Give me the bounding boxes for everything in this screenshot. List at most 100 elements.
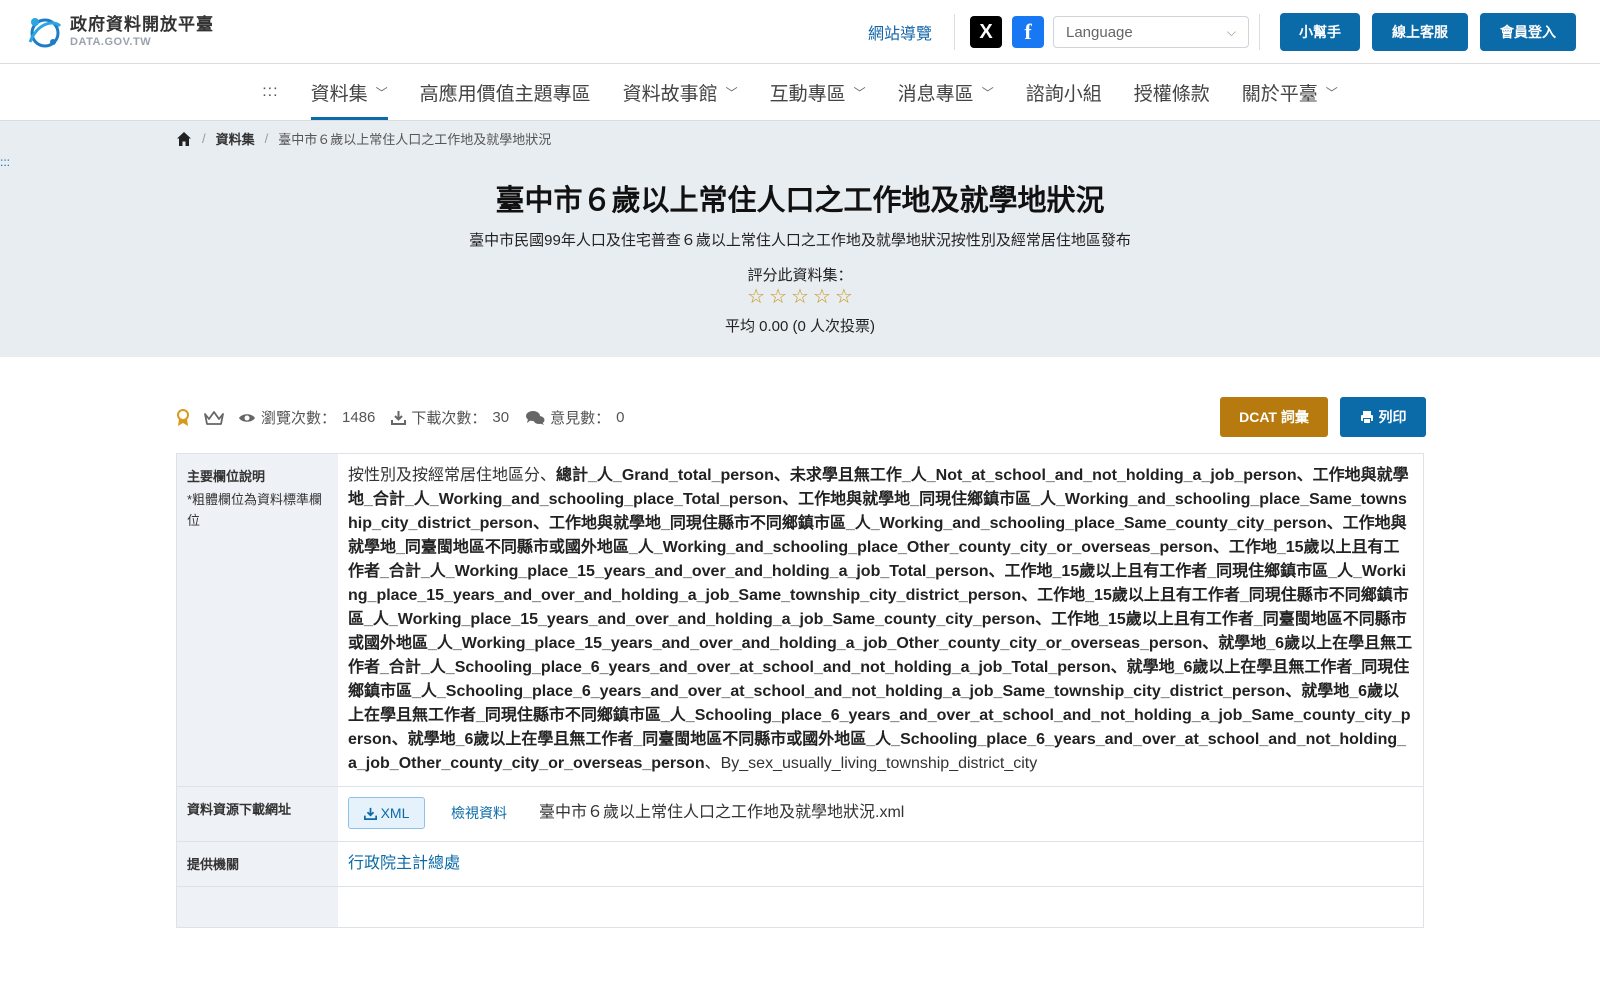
downloads-stat: 下載次數： 30	[391, 407, 509, 428]
print-label: 列印	[1378, 409, 1407, 425]
nav-item-label: 資料故事館	[622, 83, 718, 105]
logo-title: 政府資料開放平臺	[70, 15, 214, 34]
online-service-button[interactable]: 線上客服	[1372, 13, 1468, 51]
view-data-link[interactable]: 檢視資料	[451, 801, 507, 825]
fields-note: *粗體欄位為資料標準欄位	[187, 492, 323, 528]
table-row-provider: 提供機關 行政院主計總處	[177, 842, 1423, 887]
nav-item-label: 諮詢小組	[1025, 83, 1102, 105]
nav-item-about[interactable]: 關於平臺 ﹀	[1226, 64, 1354, 120]
chevron-down-icon: ﹀	[1325, 85, 1338, 100]
nav-item-label: 關於平臺	[1241, 83, 1318, 105]
downloads-label: 下載次數：	[411, 410, 487, 427]
resource-label-cell: 資料資源下載網址	[177, 787, 338, 841]
chevron-down-icon: ⌵	[1226, 24, 1236, 39]
provider-link[interactable]: 行政院主計總處	[348, 855, 460, 872]
printer-icon	[1360, 411, 1373, 424]
crown-icon	[204, 410, 224, 425]
divider	[1259, 14, 1260, 50]
nav-item-label: 消息專區	[897, 83, 974, 105]
comments-icon	[526, 410, 545, 425]
logo-icon	[28, 18, 62, 48]
breadcrumb-datasets[interactable]: 資料集	[216, 129, 255, 148]
provider-value-cell: 行政院主計總處	[338, 842, 1423, 886]
star-icon[interactable]: ☆	[813, 287, 831, 307]
xml-label: XML	[380, 805, 410, 821]
nav-item-license[interactable]: 授權條款	[1118, 64, 1226, 120]
nav-item-news[interactable]: 消息專區 ﹀	[882, 64, 1010, 120]
print-button[interactable]: 列印	[1340, 397, 1426, 437]
nav-item-label: 互動專區	[769, 83, 846, 105]
star-icon[interactable]: ☆	[747, 287, 765, 307]
downloads-count: 30	[492, 409, 510, 426]
divider	[954, 14, 955, 50]
fields-label-cell: 主要欄位說明 *粗體欄位為資料標準欄位	[177, 454, 338, 786]
dcat-vocabulary-button[interactable]: DCAT 詞彙	[1220, 397, 1328, 437]
sitemap-link[interactable]: 網站導覽	[868, 20, 932, 44]
content-accesskey[interactable]: :::	[0, 155, 10, 169]
fields-suffix: 、By_sex_usually_living_township_district…	[704, 755, 1038, 772]
nav-item-datasets[interactable]: 資料集 ﹀	[295, 64, 404, 120]
home-icon[interactable]	[176, 131, 192, 147]
dataset-hero: / 資料集 / 臺中市６歲以上常住人口之工作地及就學地狀況 ::: 臺中市６歲以…	[0, 121, 1600, 357]
chevron-down-icon: ﹀	[853, 85, 866, 100]
language-select-value: Language	[1066, 23, 1133, 41]
comments-count: 0	[616, 409, 625, 426]
fields-prefix: 按性別及按經常居住地區分、	[348, 467, 557, 484]
main-nav: ::: 資料集 ﹀ 高應用價值主題專區 資料故事館 ﹀ 互動專區 ﹀ 消息專區 …	[0, 64, 1600, 121]
helper-button[interactable]: 小幫手	[1280, 13, 1360, 51]
chevron-down-icon: ﹀	[981, 85, 994, 100]
star-icon[interactable]: ☆	[769, 287, 787, 307]
resource-filename: 臺中市６歲以上常住人口之工作地及就學地狀況.xml	[539, 804, 905, 821]
views-label: 瀏覽次數：	[261, 410, 337, 427]
xml-download-button[interactable]: XML	[348, 797, 425, 829]
next-value-cell	[338, 887, 1423, 927]
nav-item-high-value[interactable]: 高應用價值主題專區	[404, 64, 607, 120]
comments-label: 意見數：	[550, 410, 611, 427]
fields-value: 按性別及按經常居住地區分、總計_人_Grand_total_person、未求學…	[338, 454, 1423, 786]
nav-item-label: 授權條款	[1133, 83, 1210, 105]
dataset-info-table: 主要欄位說明 *粗體欄位為資料標準欄位 按性別及按經常居住地區分、總計_人_Gr…	[176, 453, 1424, 928]
breadcrumb-current: 臺中市６歲以上常住人口之工作地及就學地狀況	[278, 132, 552, 147]
star-icon[interactable]: ☆	[791, 287, 809, 307]
resource-value: XML 檢視資料 臺中市６歲以上常住人口之工作地及就學地狀況.xml	[338, 787, 1423, 841]
star-icon[interactable]: ☆	[835, 287, 853, 307]
facebook-icon[interactable]: f	[1012, 16, 1044, 48]
fields-label: 主要欄位說明	[187, 469, 266, 484]
download-icon	[363, 807, 377, 820]
member-login-button[interactable]: 會員登入	[1480, 13, 1576, 51]
rating-average: 平均 0.00 (0 人次投票)	[724, 318, 876, 335]
page-title: 臺中市６歲以上常住人口之工作地及就學地狀況	[495, 185, 1105, 217]
table-row-next	[177, 887, 1423, 927]
breadcrumb-separator: /	[264, 131, 269, 146]
top-header: 政府資料開放平臺 DATA.GOV.TW 網站導覽 X f Language ⌵…	[0, 0, 1600, 64]
breadcrumb-separator: /	[202, 131, 206, 146]
rating-stars: ☆ ☆ ☆ ☆ ☆	[0, 287, 1600, 307]
breadcrumb: / 資料集 / 臺中市６歲以上常住人口之工作地及就學地狀況	[176, 129, 551, 148]
site-logo[interactable]: 政府資料開放平臺 DATA.GOV.TW	[24, 12, 214, 52]
table-row-resource: 資料資源下載網址 XML 檢視資料 臺中市６歲以上常住人口之工作地及就學地狀況.…	[177, 787, 1423, 842]
nav-item-label: 高應用價值主題專區	[419, 83, 591, 105]
chevron-down-icon: ﹀	[375, 85, 388, 100]
logo-subtitle: DATA.GOV.TW	[70, 36, 152, 48]
nav-accesskey[interactable]: :::	[246, 64, 294, 120]
provider-label: 提供機關	[187, 857, 240, 872]
views-stat: 瀏覽次數： 1486	[238, 407, 375, 428]
language-select[interactable]: Language ⌵	[1053, 16, 1249, 48]
rating-label: 評分此資料集：	[747, 267, 853, 284]
nav-item-interactive[interactable]: 互動專區 ﹀	[754, 64, 882, 120]
x-twitter-icon[interactable]: X	[970, 16, 1002, 48]
views-count: 1486	[342, 409, 376, 426]
nav-item-label: 資料集	[310, 83, 368, 105]
fields-standard: 總計_人_Grand_total_person、未求學且無工作_人_Not_at…	[348, 467, 1413, 772]
nav-item-stories[interactable]: 資料故事館 ﹀	[607, 64, 754, 120]
next-label-cell	[177, 887, 338, 927]
medal-icon	[177, 408, 189, 426]
comments-stat: 意見數： 0	[525, 407, 624, 428]
nav-item-advisory[interactable]: 諮詢小組	[1010, 64, 1118, 120]
resource-label: 資料資源下載網址	[187, 802, 292, 817]
eye-icon	[239, 413, 255, 422]
table-row-fields: 主要欄位說明 *粗體欄位為資料標準欄位 按性別及按經常居住地區分、總計_人_Gr…	[177, 454, 1423, 787]
download-icon	[391, 411, 407, 425]
provider-label-cell: 提供機關	[177, 842, 338, 886]
dataset-stats-bar: 瀏覽次數： 1486 下載次數： 30 意見數： 0 DCAT 詞彙 列印	[176, 397, 1426, 437]
